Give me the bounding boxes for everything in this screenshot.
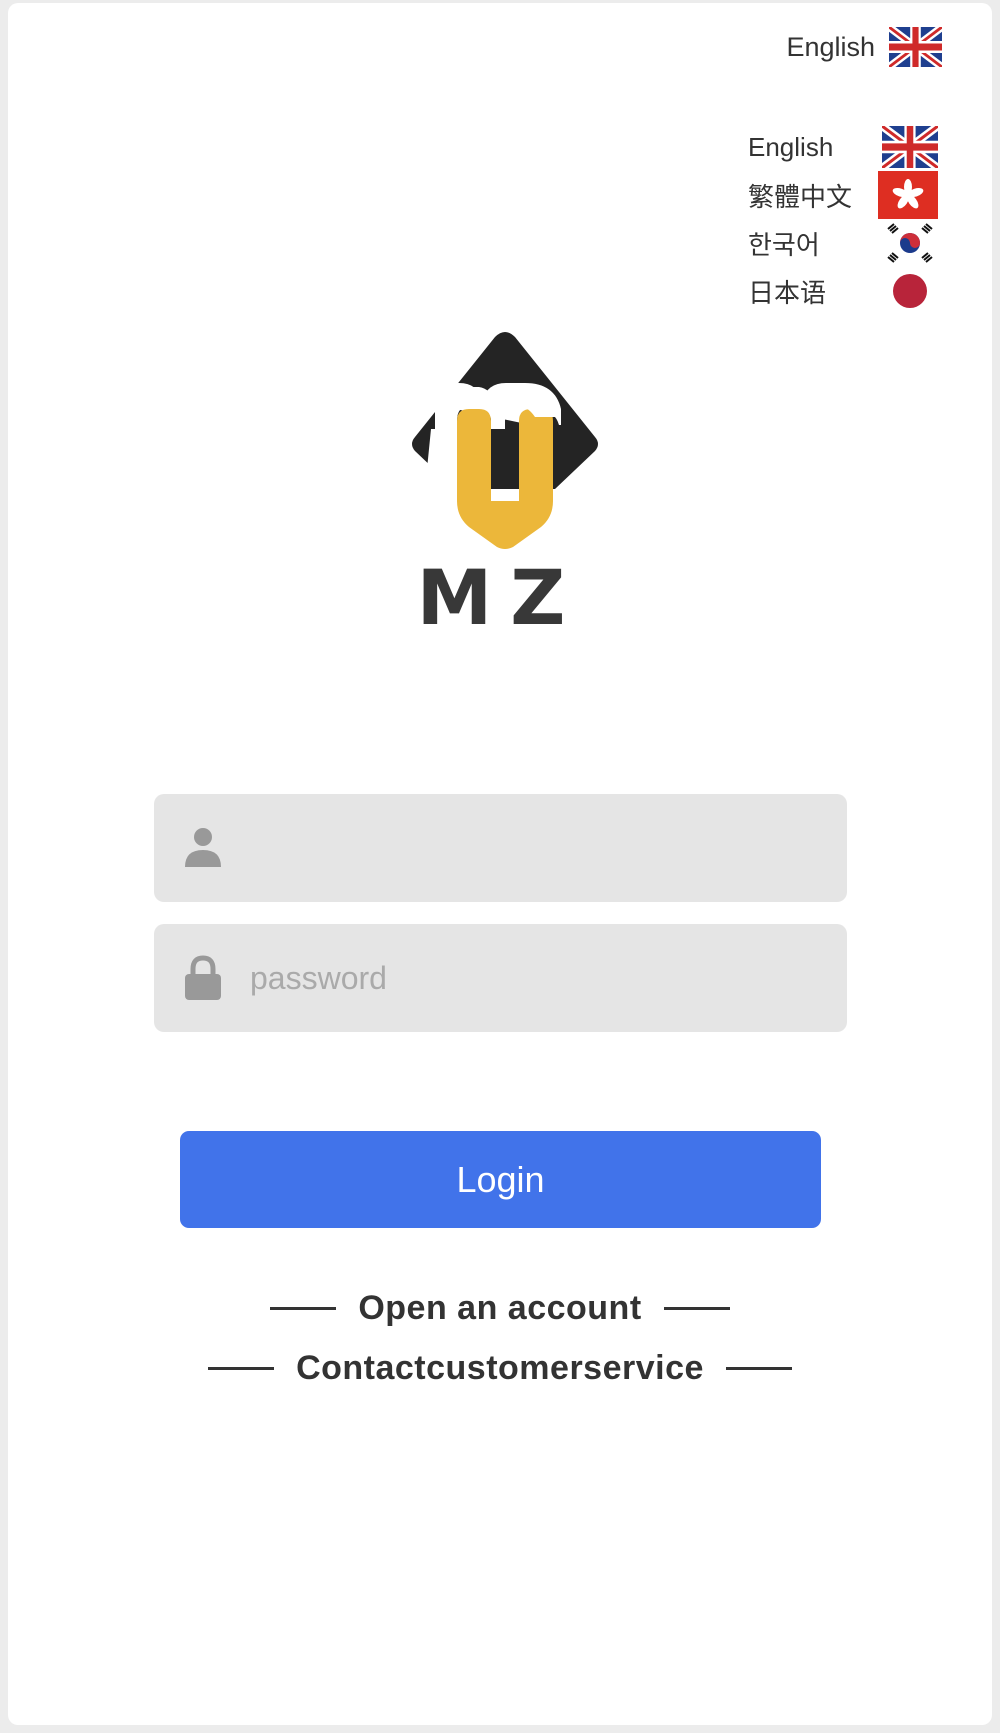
hong-kong-flag-icon: [878, 171, 938, 219]
language-option-english[interactable]: English: [748, 123, 938, 171]
language-option-japanese[interactable]: 日本语: [748, 267, 938, 315]
divider-line: [270, 1306, 337, 1310]
uk-flag-icon: [889, 27, 942, 67]
korea-flag-icon: [887, 223, 933, 263]
lock-icon: [185, 955, 221, 1000]
login-button[interactable]: Login: [180, 1131, 821, 1228]
password-field[interactable]: [154, 924, 847, 1032]
uk-flag-icon: [882, 126, 938, 168]
contact-service-row: Contactcustomerservice: [8, 1343, 992, 1393]
language-option-traditional-chinese[interactable]: 繁體中文: [748, 171, 938, 219]
brand-name: MZ: [416, 553, 584, 642]
language-option-label: 繁體中文: [748, 181, 853, 212]
language-selector[interactable]: English: [786, 25, 942, 69]
user-icon: [185, 828, 221, 867]
language-option-label: 日本语: [748, 277, 827, 308]
contact-customer-service-link[interactable]: Contactcustomerservice: [296, 1349, 704, 1388]
divider-line: [725, 1366, 792, 1370]
username-field[interactable]: [154, 794, 847, 902]
current-language-label: English: [786, 31, 875, 62]
japan-flag-icon: [893, 274, 927, 308]
language-option-label: English: [748, 131, 834, 162]
open-account-row: Open an account: [8, 1283, 992, 1333]
language-option-korean[interactable]: 한국어: [748, 219, 938, 267]
login-page: English English 繁體中文 한국어 日本语 MZ Login Op…: [8, 3, 992, 1725]
language-menu: English 繁體中文 한국어 日本语: [748, 123, 938, 315]
divider-line: [208, 1366, 275, 1370]
mz-logo-icon: [412, 332, 598, 549]
language-option-label: 한국어: [748, 229, 820, 260]
password-input[interactable]: [224, 924, 827, 1032]
divider-line: [663, 1306, 730, 1310]
open-account-link[interactable]: Open an account: [358, 1289, 641, 1328]
username-input[interactable]: [224, 794, 827, 902]
